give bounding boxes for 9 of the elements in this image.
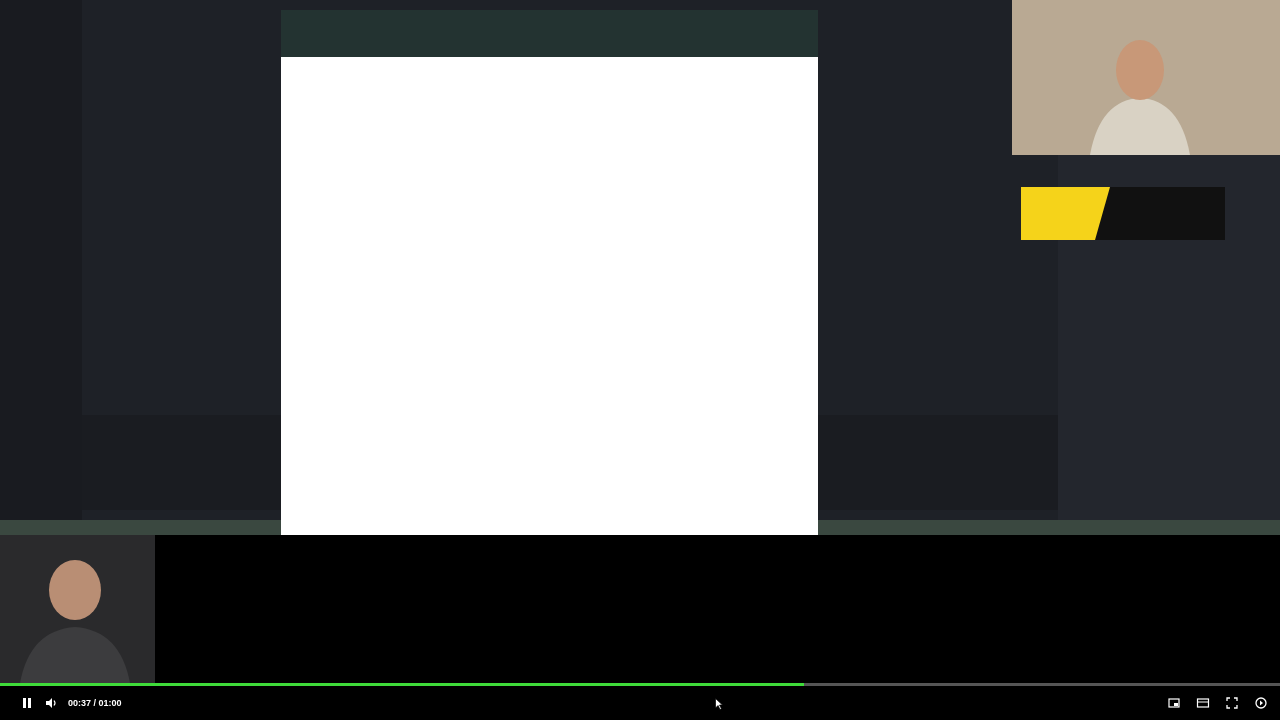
theater-button[interactable] [1196,696,1210,710]
time-display: 00:37 / 01:00 [68,698,122,708]
pause-button[interactable] [20,696,34,710]
settings-button[interactable] [1254,696,1268,710]
progress-bar[interactable] [0,683,1280,686]
fullscreen-button[interactable] [1225,696,1239,710]
cursor-icon [715,698,723,710]
volume-button[interactable] [44,696,58,710]
pip-button[interactable] [1167,696,1181,710]
